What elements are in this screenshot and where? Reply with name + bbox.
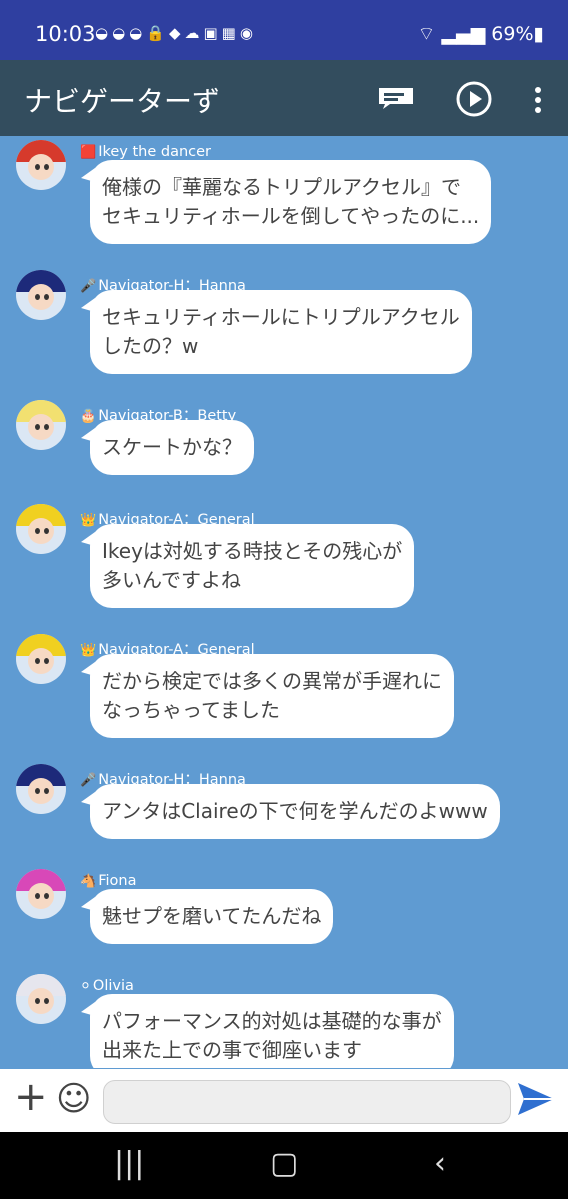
avatar[interactable] <box>16 400 66 450</box>
system-nav-bar: ||| ▢ ‹ <box>0 1132 568 1199</box>
avatar[interactable] <box>16 869 66 919</box>
chat-area[interactable]: 🟥 Ikey the dancer 俺様の『華麗なるトリプルアクセル』で セキュリテ… <box>0 136 568 1068</box>
avatar[interactable] <box>16 504 66 554</box>
message-bubble: Ikeyは対処する時技とその残心が 多いんですよね <box>80 524 415 608</box>
message-bubble: セキュリティホールにトリプルアクセル したの？w <box>81 290 472 374</box>
back-icon[interactable]: ‹ <box>434 1146 446 1181</box>
signal-icon: ▂▄▆ <box>441 23 486 45</box>
battery-level: 69% <box>491 23 534 45</box>
app-title: ナビゲーターず <box>24 85 221 118</box>
message-bubble: 俺様の『華麗なるトリプルアクセル』で セキュリティホールを倒してやったのに... <box>80 160 492 244</box>
avatar[interactable] <box>16 764 66 814</box>
avatar[interactable] <box>16 634 66 684</box>
avatar[interactable] <box>16 270 66 320</box>
emoji-icon[interactable]: ☺ <box>56 1079 91 1119</box>
status-right: ⌔ ▂▄▆ 69%▮ <box>417 22 544 46</box>
message-bubble: アンタはClaireの下で何を学んだのよwww <box>81 784 500 839</box>
status-time: 10:03 <box>35 22 96 46</box>
message-bubble: スケートかな？ <box>81 420 254 475</box>
recents-icon[interactable]: ||| <box>114 1146 144 1181</box>
home-icon[interactable]: ▢ <box>270 1146 298 1181</box>
sender-name: 🟥 Ikey the dancer <box>80 144 211 160</box>
avatar[interactable] <box>16 140 66 190</box>
battery-icon: ▮ <box>533 23 544 45</box>
send-icon[interactable] <box>516 1081 556 1117</box>
add-icon[interactable]: + <box>14 1077 48 1117</box>
play-icon[interactable] <box>456 81 492 117</box>
message-input[interactable] <box>103 1080 511 1124</box>
sender-name: ⚪ Olivia <box>80 978 134 994</box>
message-bubble: だから検定では多くの異常が手遅れに なっちゃってました <box>81 654 454 738</box>
status-bar: 10:03 ◒◒◒🔒◆☁▣▦◉ ⌔ ▂▄▆ 69%▮ <box>0 0 568 60</box>
sender-name: 🐴 Fiona <box>80 873 137 889</box>
message-bubble: 魅せプを磨いてたんだね <box>80 889 334 944</box>
app-bar: ナビゲーターず <box>0 60 568 136</box>
notification-icons: ◒◒◒🔒◆☁▣▦◉ <box>95 24 257 42</box>
message-input-bar: + ☺ <box>0 1069 568 1132</box>
message-bubble: パフォーマンス的対処は基礎的な事が 出来た上での事で御座います <box>81 994 454 1068</box>
wifi-icon: ⌔ <box>417 23 436 45</box>
avatar[interactable] <box>16 974 66 1024</box>
message-icon[interactable] <box>378 87 414 109</box>
more-icon[interactable] <box>533 86 543 114</box>
